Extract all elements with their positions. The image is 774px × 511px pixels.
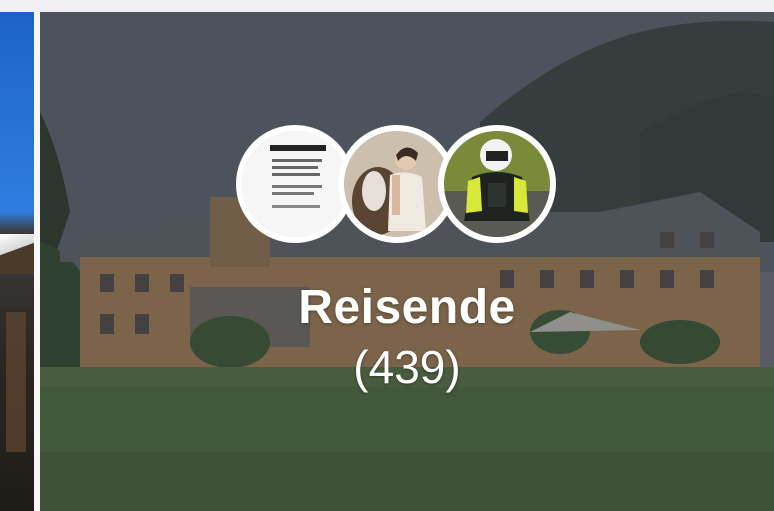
avatar-group (236, 125, 576, 255)
travelers-card[interactable]: Reisende (439) (40, 12, 774, 511)
category-title: Reisende (298, 281, 516, 334)
person-photo (344, 131, 450, 237)
previous-card[interactable] (0, 12, 34, 511)
motorcyclist-photo (444, 131, 550, 237)
document-icon (242, 131, 348, 237)
page: Reisende (439) (0, 0, 774, 511)
avatar-document (236, 125, 354, 243)
category-count: (439) (353, 341, 461, 393)
card-overlay (40, 12, 774, 511)
previous-card-roof (0, 234, 34, 274)
top-strip (0, 0, 774, 12)
previous-card-wall (6, 312, 26, 452)
avatar-motorcyclist (438, 125, 556, 243)
